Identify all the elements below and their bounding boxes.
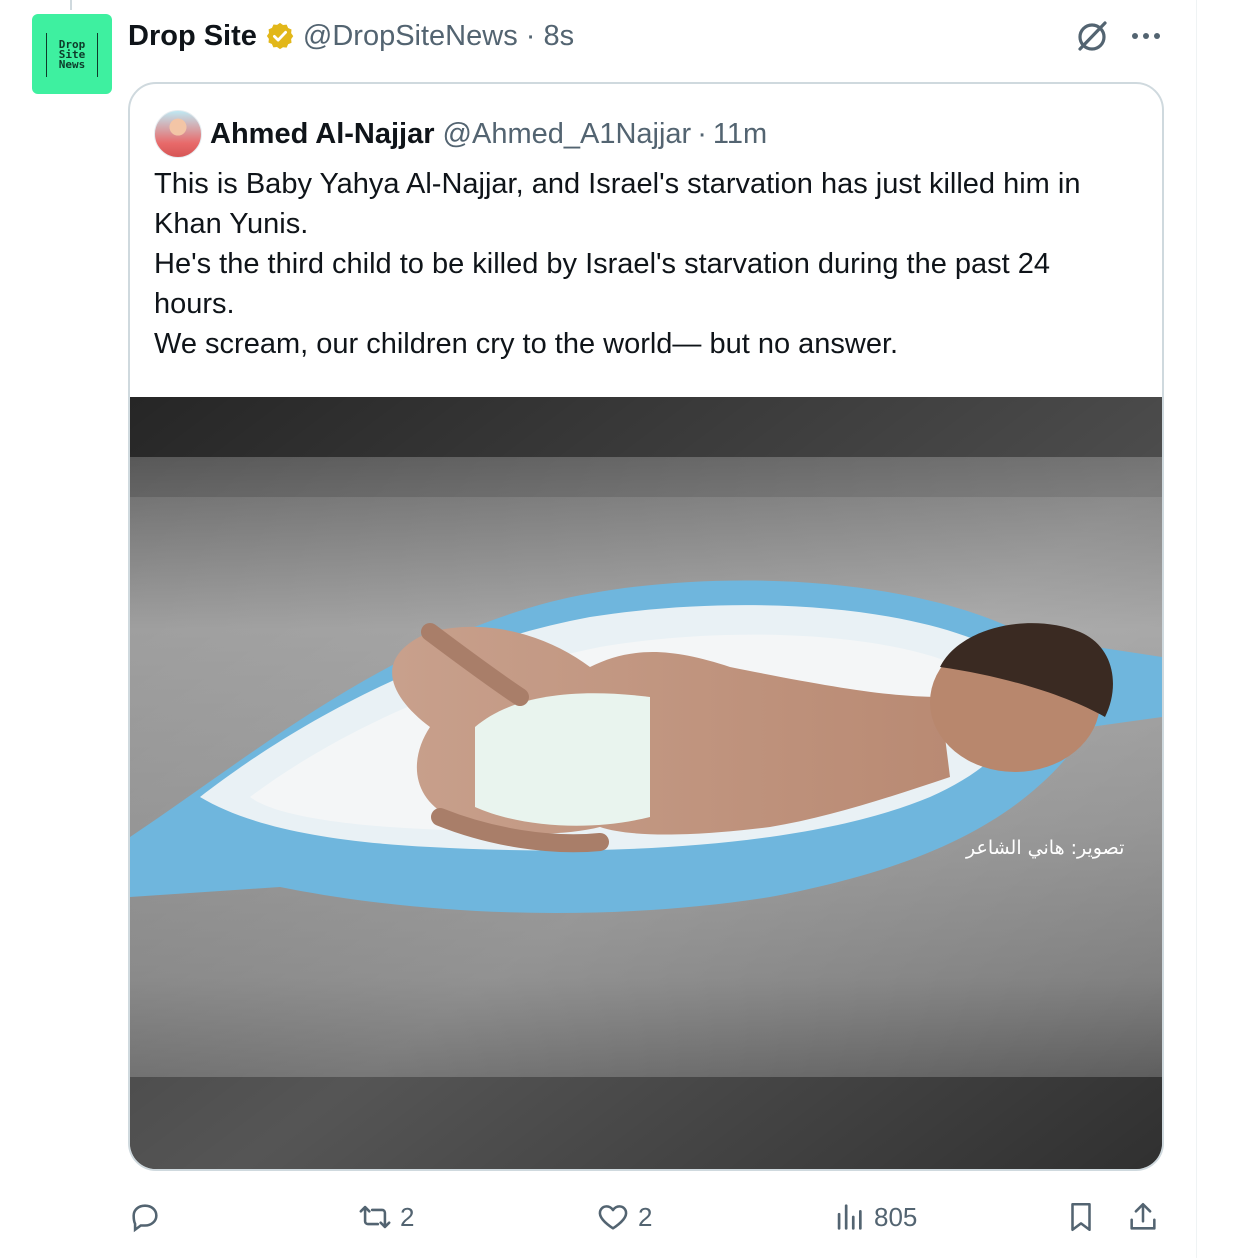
separator-dot: · — [697, 117, 707, 150]
like-button[interactable]: 2 — [596, 1194, 652, 1240]
text-line: He's the third child to be killed by Isr… — [154, 248, 1051, 280]
author-name[interactable]: Drop Site — [128, 20, 257, 53]
timeline-right-border — [1196, 0, 1197, 1258]
repost-button[interactable]: 2 — [358, 1194, 414, 1240]
reply-icon — [132, 1204, 158, 1233]
bookmark-icon — [1071, 1202, 1091, 1232]
photo-illustration — [130, 397, 1162, 1169]
repost-icon — [359, 1205, 391, 1229]
text-line: Khan Yunis. — [154, 208, 309, 240]
photo-credit-watermark: تصوير: هاني الشاعر — [966, 837, 1125, 859]
reply-button[interactable] — [128, 1194, 170, 1240]
text-line: This is Baby Yahya Al-Najjar, and Israel… — [154, 168, 1081, 200]
drop-site-news-logo: Drop Site News — [46, 33, 98, 77]
text-line: We scream, our children cry to the world… — [154, 328, 899, 360]
more-options-icon[interactable] — [1128, 16, 1164, 56]
post-timestamp[interactable]: 8s — [543, 20, 574, 53]
share-button[interactable] — [1126, 1194, 1160, 1240]
share-icon — [1130, 1202, 1156, 1230]
quoted-author-handle[interactable]: @Ahmed_A1Najjar — [443, 118, 692, 151]
heart-icon — [598, 1205, 628, 1230]
post-actions-bar: 2 2 805 — [128, 1194, 1168, 1240]
text-line: hours. — [154, 288, 235, 320]
grok-icon[interactable] — [1072, 16, 1112, 56]
analytics-icon — [837, 1204, 862, 1230]
quoted-post-card[interactable]: Ahmed Al-Najjar @Ahmed_A1Najjar · 11m Th… — [128, 82, 1164, 1171]
bookmark-button[interactable] — [1064, 1194, 1098, 1240]
logo-line: News — [58, 58, 86, 71]
thread-connector-line — [70, 0, 72, 10]
quoted-post-text: This is Baby Yahya Al-Najjar, and Israel… — [154, 164, 1144, 364]
quoted-post-timestamp[interactable]: 11m — [713, 118, 767, 151]
verified-badge-icon[interactable] — [265, 21, 295, 51]
author-handle[interactable]: @DropSiteNews — [303, 20, 518, 53]
views-count: 805 — [874, 1201, 918, 1232]
quoted-post-header: Ahmed Al-Najjar @Ahmed_A1Najjar · 11m — [210, 112, 767, 156]
author-avatar[interactable]: Drop Site News — [32, 14, 112, 94]
views-button[interactable]: 805 — [832, 1194, 917, 1240]
quoted-author-avatar[interactable] — [154, 110, 202, 158]
post-media-image[interactable]: تصوير: هاني الشاعر — [130, 397, 1162, 1169]
separator-dot: · — [517, 19, 544, 52]
repost-count: 2 — [400, 1201, 415, 1232]
quoted-author-name[interactable]: Ahmed Al-Najjar — [210, 118, 435, 151]
like-count: 2 — [638, 1201, 653, 1232]
post-header: Drop Site @DropSiteNews · 8s — [128, 16, 574, 56]
